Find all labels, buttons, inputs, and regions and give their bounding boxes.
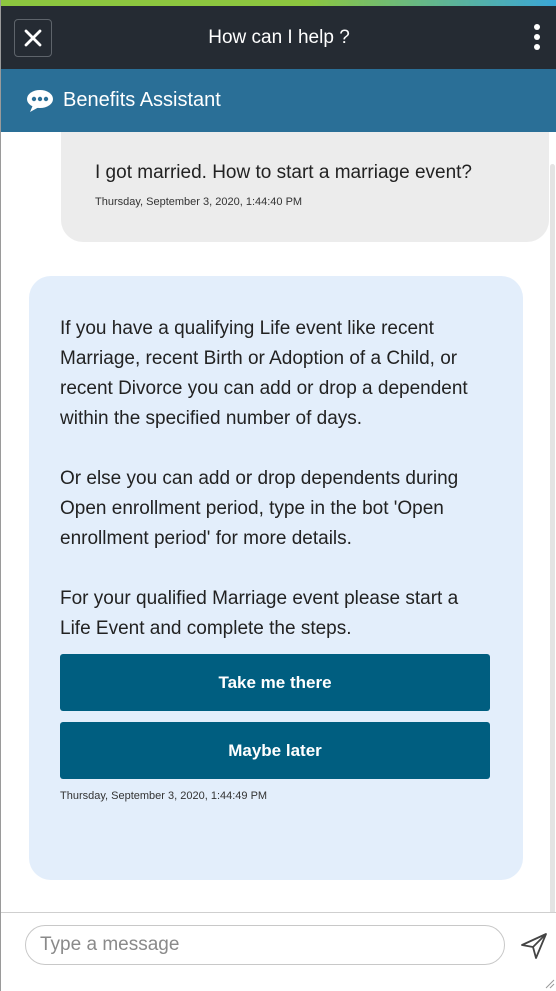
maybe-later-button[interactable]: Maybe later — [60, 722, 490, 779]
page-title: How can I help ? — [208, 27, 350, 48]
close-icon — [24, 29, 42, 47]
message-composer — [1, 912, 556, 991]
send-button[interactable] — [519, 931, 549, 961]
assistant-name: Benefits Assistant — [63, 89, 221, 111]
user-message-text: I got married. How to start a marriage e… — [95, 162, 472, 183]
more-options-button[interactable] — [533, 24, 541, 54]
close-button[interactable] — [14, 19, 52, 57]
chat-window: How can I help ? Benefits Assistant I go… — [0, 0, 556, 991]
bot-message-paragraph: For your qualified Marriage event please… — [60, 588, 459, 639]
bot-message: If you have a qualifying Life event like… — [29, 276, 523, 880]
take-me-there-button[interactable]: Take me there — [60, 654, 490, 711]
bot-message-paragraph: Or else you can add or drop dependents d… — [60, 468, 459, 549]
message-list[interactable]: I got married. How to start a marriage e… — [1, 132, 556, 914]
bot-message-timestamp: Thursday, September 3, 2020, 1:44:49 PM — [60, 790, 268, 802]
message-input[interactable] — [25, 925, 505, 965]
user-message-timestamp: Thursday, September 3, 2020, 1:44:40 PM — [95, 196, 303, 208]
assistant-header: Benefits Assistant — [1, 69, 556, 132]
title-bar: How can I help ? — [1, 6, 556, 69]
resize-grip-icon[interactable] — [545, 979, 555, 989]
more-vertical-icon — [534, 24, 540, 30]
scrollbar[interactable] — [547, 164, 556, 914]
send-icon — [521, 933, 547, 959]
user-message: I got married. How to start a marriage e… — [61, 132, 549, 242]
bot-message-paragraph: If you have a qualifying Life event like… — [60, 318, 468, 429]
scrollbar-thumb[interactable] — [550, 164, 555, 914]
chat-bubble-icon — [27, 89, 53, 112]
